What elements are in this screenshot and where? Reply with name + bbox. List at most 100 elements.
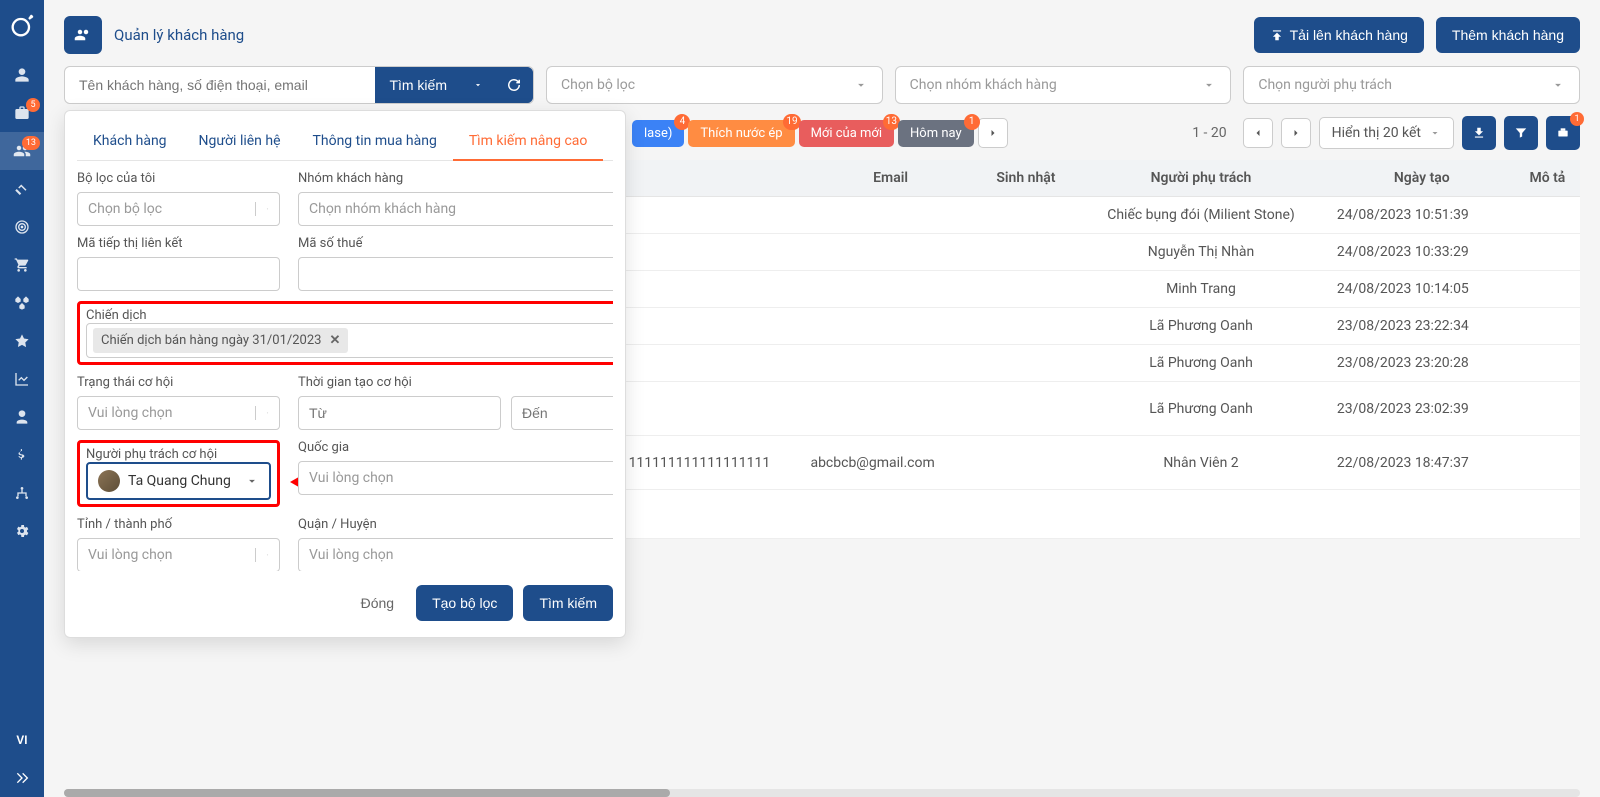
sidebar-item-cart[interactable]: [0, 246, 44, 284]
sidebar-nav: 5 13: [0, 0, 44, 797]
status-label: Trạng thái cơ hội: [77, 375, 280, 390]
tag-juice[interactable]: Thích nước ép 19: [688, 120, 794, 147]
time-to-input[interactable]: [511, 396, 613, 430]
tag-base[interactable]: lase) 4: [632, 120, 684, 147]
province-label: Tỉnh / thành phố: [77, 517, 280, 532]
export-button[interactable]: 1: [1546, 116, 1580, 150]
search-button[interactable]: Tìm kiếm: [375, 67, 461, 103]
email-cell: [802, 382, 978, 436]
campaign-chip-remove[interactable]: ✕: [329, 333, 340, 348]
birthday-cell: [979, 234, 1073, 271]
sidebar-item-target[interactable]: [0, 208, 44, 246]
col-owner[interactable]: Người phụ trách: [1073, 160, 1329, 197]
campaign-multiselect[interactable]: Chiến dịch bán hàng ngày 31/01/2023 ✕ ✕: [86, 323, 613, 358]
group-label: Nhóm khách hàng: [298, 171, 613, 186]
birthday-cell: [979, 345, 1073, 382]
owner-cell: Minh Trang: [1073, 271, 1329, 308]
sidebar-item-chart[interactable]: [0, 360, 44, 398]
status-select[interactable]: Vui lòng chọn: [77, 396, 280, 430]
briefcase-badge: 5: [26, 98, 40, 112]
upload-customers-button[interactable]: Tải lên khách hàng: [1254, 17, 1424, 53]
country-select[interactable]: Vui lòng chọn: [298, 461, 613, 495]
page-title: Quản lý khách hàng: [114, 26, 244, 44]
province-select[interactable]: Vui lòng chọn: [77, 538, 280, 571]
adv-search-button[interactable]: Tìm kiếm: [523, 585, 613, 621]
sidebar-item-boxes[interactable]: [0, 284, 44, 322]
tab-advanced-search[interactable]: Tìm kiếm nâng cao: [453, 123, 604, 161]
chevron-down-icon: [245, 474, 259, 488]
owner-cell: Lã Phương Oanh: [1073, 382, 1329, 436]
sidebar-item-customers[interactable]: 13: [0, 132, 44, 170]
download-button[interactable]: [1462, 116, 1496, 150]
district-label: Quận / Huyện: [298, 517, 613, 532]
search-input[interactable]: [65, 67, 375, 103]
sidebar-item-settings[interactable]: [0, 512, 44, 550]
col-desc[interactable]: Mô tả: [1515, 160, 1580, 197]
desc-cell: [1515, 490, 1580, 539]
sidebar-expand[interactable]: [0, 759, 44, 797]
district-select[interactable]: Vui lòng chọn: [298, 538, 613, 571]
sidebar-item-dollar[interactable]: [0, 436, 44, 474]
sidebar-lang[interactable]: VI: [0, 721, 44, 759]
affiliate-input[interactable]: [77, 257, 280, 291]
tags-next-button[interactable]: [978, 118, 1008, 148]
sidebar-item-handshake[interactable]: [0, 170, 44, 208]
tab-purchase-info[interactable]: Thông tin mua hàng: [297, 123, 453, 160]
create-filter-button[interactable]: Tạo bộ lọc: [416, 585, 513, 621]
sidebar-item-user[interactable]: [0, 56, 44, 94]
sidebar-item-briefcase[interactable]: 5: [0, 94, 44, 132]
add-label: Thêm khách hàng: [1452, 27, 1564, 43]
search-dropdown-toggle[interactable]: [461, 67, 495, 103]
desc-cell: [1515, 234, 1580, 271]
campaign-chip: Chiến dịch bán hàng ngày 31/01/2023 ✕: [93, 328, 348, 353]
owner-cell: Nguyễn Thị Nhàn: [1073, 234, 1329, 271]
top-owner-select[interactable]: Chọn người phụ trách: [1243, 66, 1580, 104]
horizontal-scrollbar[interactable]: [64, 789, 1580, 797]
tab-customers[interactable]: Khách hàng: [77, 123, 183, 160]
filter-button[interactable]: [1504, 116, 1538, 150]
top-group-select[interactable]: Chọn nhóm khách hàng: [895, 66, 1232, 104]
sidebar-item-star[interactable]: [0, 322, 44, 360]
created-cell: 23/08/2023 23:22:34: [1329, 308, 1515, 345]
tag-today[interactable]: Hôm nay 1: [898, 120, 974, 147]
search-refresh-button[interactable]: [495, 67, 533, 103]
customers-badge: 13: [22, 136, 40, 150]
tab-contacts[interactable]: Người liên hệ: [183, 123, 297, 160]
time-from-input[interactable]: [298, 396, 501, 430]
birthday-cell: [979, 436, 1073, 490]
desc-cell: [1515, 345, 1580, 382]
col-birthday[interactable]: Sinh nhật: [979, 160, 1073, 197]
sidebar-item-org[interactable]: [0, 474, 44, 512]
created-cell: 24/08/2023 10:14:05: [1329, 271, 1515, 308]
app-logo[interactable]: [4, 8, 40, 44]
page-prev-button[interactable]: [1243, 118, 1273, 148]
tag-new[interactable]: Mới của mới 13: [799, 120, 894, 147]
col-created[interactable]: Ngày tạo: [1329, 160, 1515, 197]
desc-cell: [1515, 436, 1580, 490]
col-email[interactable]: Email: [802, 160, 978, 197]
owner-cell: [1073, 490, 1329, 539]
sidebar-item-person[interactable]: [0, 398, 44, 436]
upload-label: Tải lên khách hàng: [1290, 27, 1408, 43]
email-cell: [802, 197, 978, 234]
affiliate-label: Mã tiếp thị liên kết: [77, 236, 280, 251]
display-count-select[interactable]: Hiển thị 20 kết: [1319, 117, 1454, 149]
page-next-button[interactable]: [1281, 118, 1311, 148]
created-cell: 22/08/2023 18:47:37: [1329, 436, 1515, 490]
close-panel-button[interactable]: Đóng: [349, 587, 406, 619]
add-customer-button[interactable]: Thêm khách hàng: [1436, 17, 1580, 53]
customers-icon-button[interactable]: [64, 16, 102, 54]
desc-cell: [1515, 197, 1580, 234]
opportunity-owner-select[interactable]: Ta Quang Chung: [86, 462, 271, 500]
birthday-cell: [979, 197, 1073, 234]
my-filter-select[interactable]: Chọn bộ lọc: [77, 192, 280, 226]
created-cell: [1329, 490, 1515, 539]
tax-input[interactable]: [298, 257, 613, 291]
birthday-cell: [979, 490, 1073, 539]
group-select[interactable]: Chọn nhóm khách hàng: [298, 192, 613, 226]
owner-cell: Nhân Viên 2: [1073, 436, 1329, 490]
top-filter-select[interactable]: Chọn bộ lọc: [546, 66, 883, 104]
email-cell: [802, 345, 978, 382]
owner-cell: Lã Phương Oanh: [1073, 308, 1329, 345]
desc-cell: [1515, 271, 1580, 308]
